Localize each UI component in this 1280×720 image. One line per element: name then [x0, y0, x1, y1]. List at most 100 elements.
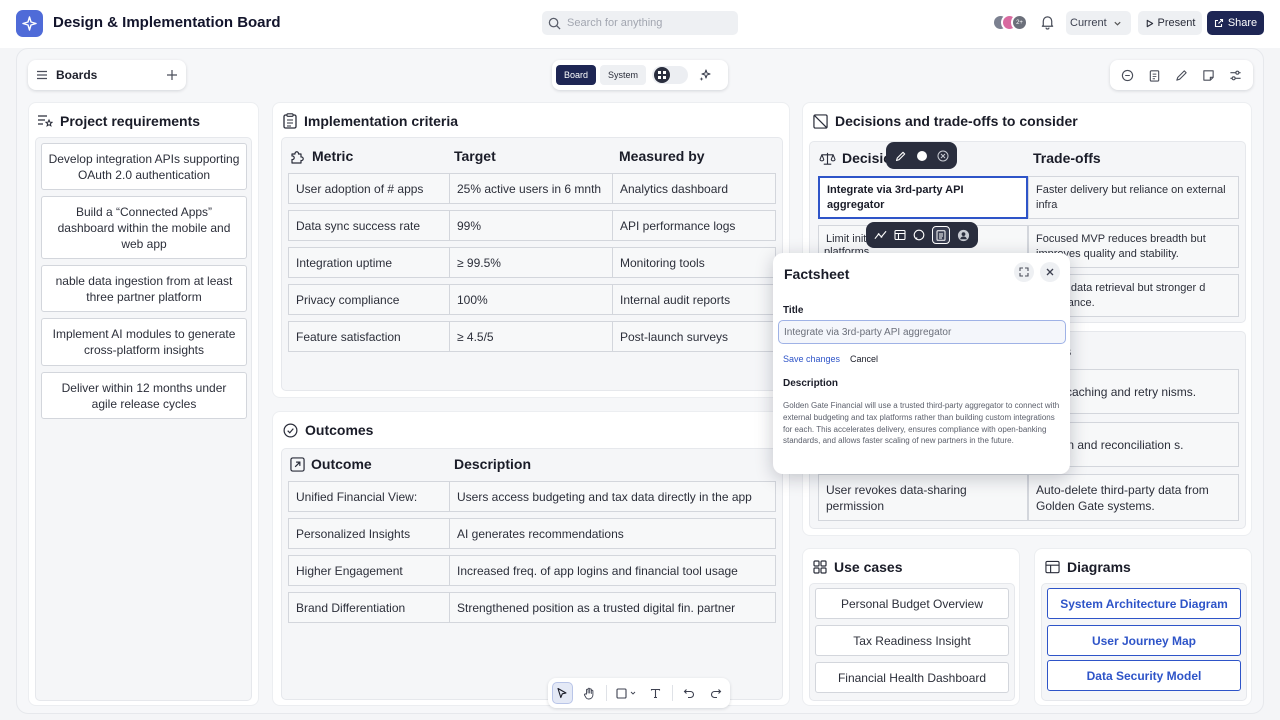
pen-tool-icon[interactable]: [1175, 69, 1188, 82]
canvas-tools: [1110, 60, 1253, 90]
requirements-title: Project requirements: [60, 113, 201, 129]
present-button[interactable]: Present: [1138, 11, 1202, 35]
outcome-column-header: Outcome: [290, 456, 372, 472]
table-cell: Feature satisfaction: [288, 321, 450, 352]
text-tool-icon[interactable]: [645, 682, 666, 704]
measured-by-column-header: Measured by: [619, 148, 705, 164]
requirement-card[interactable]: Develop integration APIs supporting OAut…: [41, 143, 247, 190]
table-cell[interactable]: Auto-delete third-party data from Golden…: [1028, 474, 1239, 521]
use-case-item[interactable]: Tax Readiness Insight: [815, 625, 1009, 656]
description-text[interactable]: Golden Gate Financial will use a trusted…: [783, 400, 1063, 447]
comment-icon[interactable]: [1121, 69, 1134, 82]
use-case-item[interactable]: Financial Health Dashboard: [815, 662, 1009, 693]
diagram-link[interactable]: Data Security Model: [1047, 660, 1241, 691]
table-cell: Post-launch surveys: [613, 321, 776, 352]
title-field-label: Title: [783, 305, 804, 316]
undo-icon[interactable]: [679, 682, 700, 704]
tab-board[interactable]: Board: [556, 65, 597, 85]
table-cell: 25% active users in 6 mnth: [450, 173, 613, 204]
hamburger-menu-icon[interactable]: [36, 69, 48, 81]
balance-scale-icon: [819, 151, 836, 166]
title-field[interactable]: [778, 320, 1066, 344]
pencil-icon[interactable]: [895, 150, 907, 162]
table-cell: Unified Financial View:: [288, 481, 450, 512]
present-label: Present: [1157, 17, 1196, 29]
outcomes-title: Outcomes: [305, 422, 374, 438]
use-case-item[interactable]: Personal Budget Overview: [815, 588, 1009, 619]
user-avatar-icon[interactable]: [957, 229, 970, 242]
app-logo-icon[interactable]: [16, 10, 43, 37]
clipboard-icon[interactable]: [1148, 69, 1161, 82]
layout-icon: [1045, 560, 1060, 574]
select-tool-cursor-icon[interactable]: [552, 682, 573, 704]
clipboard-list-icon: [283, 113, 297, 129]
table-cell: API performance logs: [613, 210, 776, 241]
table-row[interactable]: Personalized Insights AI generates recom…: [288, 518, 776, 549]
table-row[interactable]: Brand Differentiation Strengthened posit…: [288, 592, 776, 623]
diagram-link[interactable]: System Architecture Diagram: [1047, 588, 1241, 619]
table-row[interactable]: Data sync success rate 99% API performan…: [288, 210, 776, 241]
expand-icon[interactable]: [1014, 262, 1034, 282]
tradeoffs-column-header: Trade-offs: [1033, 150, 1101, 166]
criteria-panel: Implementation criteria Metric Target Me…: [272, 102, 790, 398]
sticky-note-icon[interactable]: [1202, 69, 1215, 82]
version-select[interactable]: Current: [1066, 11, 1131, 35]
close-icon[interactable]: [1040, 262, 1060, 282]
criteria-table: Metric Target Measured by User adoption …: [281, 137, 783, 391]
description-label: Description: [783, 378, 839, 389]
table-row[interactable]: Higher Engagement Increased freq. of app…: [288, 555, 776, 586]
add-board-plus-icon[interactable]: [166, 69, 178, 81]
shape-tool-square-icon[interactable]: [613, 682, 639, 704]
table-cell: AI generates recommendations: [450, 518, 776, 549]
trend-line-icon[interactable]: [874, 229, 887, 241]
table-cell: 100%: [450, 284, 613, 315]
boards-menu[interactable]: Boards: [28, 60, 186, 90]
share-button[interactable]: Share: [1207, 11, 1264, 35]
table-row[interactable]: Feature satisfaction ≥ 4.5/5 Post-launch…: [288, 321, 776, 352]
settings-sliders-icon[interactable]: [1229, 69, 1242, 82]
collaborator-avatars[interactable]: 2+: [992, 14, 1032, 32]
table-row[interactable]: User adoption of # apps 25% active users…: [288, 173, 776, 204]
requirement-card[interactable]: Build a “Connected Apps” dashboard withi…: [41, 196, 247, 259]
table-row[interactable]: Unified Financial View: Users access bud…: [288, 481, 776, 512]
table-row[interactable]: Privacy compliance 100% Internal audit r…: [288, 284, 776, 315]
requirement-card[interactable]: Implement AI modules to generate cross-p…: [41, 318, 247, 366]
remove-circle-icon[interactable]: [937, 150, 949, 162]
selected-decision-cell[interactable]: Integrate via 3rd-party API aggregator: [818, 176, 1028, 219]
search-input[interactable]: [567, 17, 727, 29]
color-dot-icon[interactable]: [916, 150, 928, 162]
use-cases-list: Personal Budget Overview Tax Readiness I…: [809, 583, 1015, 701]
table-cell: User adoption of # apps: [288, 173, 450, 204]
requirements-panel: Project requirements Develop integration…: [28, 102, 259, 706]
ai-sparkle-icon[interactable]: [698, 68, 712, 82]
table-icon[interactable]: [894, 229, 906, 241]
grid-icon: [813, 560, 827, 574]
table-cell: Monitoring tools: [613, 247, 776, 278]
notification-bell-icon[interactable]: [1040, 14, 1055, 30]
cancel-link[interactable]: Cancel: [850, 354, 878, 364]
diagram-link[interactable]: User Journey Map: [1047, 625, 1241, 656]
metric-header-label: Metric: [312, 148, 354, 164]
factsheet-icon[interactable]: [932, 226, 951, 244]
use-cases-title: Use cases: [834, 559, 903, 575]
requirements-list: Develop integration APIs supporting OAut…: [35, 137, 252, 701]
diagrams-list: System Architecture Diagram User Journey…: [1041, 583, 1247, 701]
table-cell: Data sync success rate: [288, 210, 450, 241]
save-changes-link[interactable]: Save changes: [783, 354, 840, 364]
decisions-header: Decisions and trade-offs to consider: [813, 113, 1078, 129]
redo-icon[interactable]: [705, 682, 726, 704]
table-cell[interactable]: User revokes data-sharing permission: [818, 474, 1028, 521]
list-star-icon: [37, 114, 53, 128]
grid-toggle[interactable]: [652, 66, 689, 84]
tab-system[interactable]: System: [600, 65, 647, 85]
view-switcher: Board System: [552, 60, 728, 90]
requirement-card[interactable]: nable data ingestion from at least three…: [41, 265, 247, 312]
search-bar[interactable]: [542, 11, 738, 35]
arrow-up-right-icon: [290, 456, 305, 472]
requirement-card[interactable]: Deliver within 12 months under agile rel…: [41, 372, 247, 419]
outcomes-header: Outcomes: [283, 422, 373, 438]
table-row[interactable]: Integration uptime ≥ 99.5% Monitoring to…: [288, 247, 776, 278]
comment-bubble-icon[interactable]: [913, 229, 925, 241]
table-cell[interactable]: Faster delivery but reliance on external…: [1028, 176, 1239, 219]
hand-pan-icon[interactable]: [579, 682, 600, 704]
